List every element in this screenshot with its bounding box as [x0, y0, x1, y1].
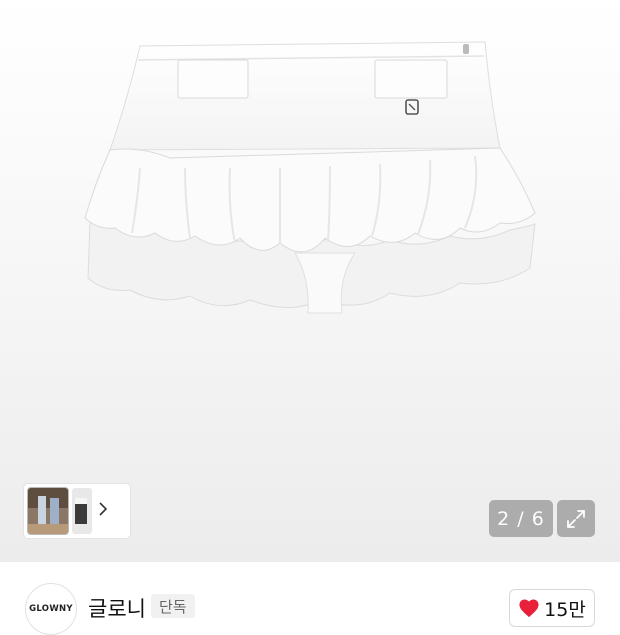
- product-image-gallery[interactable]: [0, 0, 620, 562]
- brand-logo-text: GLOWNY: [29, 604, 73, 614]
- heart-icon: [519, 599, 539, 618]
- thumbnail-product-photo[interactable]: [72, 488, 92, 534]
- expand-icon: [567, 509, 585, 528]
- brand-name[interactable]: 글로니: [88, 593, 146, 623]
- image-counter: 2 / 6: [489, 500, 553, 537]
- exclusive-badge: 단독: [151, 594, 195, 618]
- thumbnail-model-photo[interactable]: [28, 488, 68, 534]
- thumbnail-image: [28, 488, 68, 534]
- like-count: 15만: [544, 598, 586, 621]
- thumbnail-strip[interactable]: [24, 484, 130, 538]
- brand-logo[interactable]: GLOWNY: [25, 583, 77, 635]
- chevron-right-icon[interactable]: [98, 501, 108, 521]
- product-image: [84, 41, 536, 314]
- expand-button[interactable]: [557, 500, 595, 537]
- like-button[interactable]: 15만: [509, 589, 595, 627]
- thumbnail-image: [72, 488, 92, 534]
